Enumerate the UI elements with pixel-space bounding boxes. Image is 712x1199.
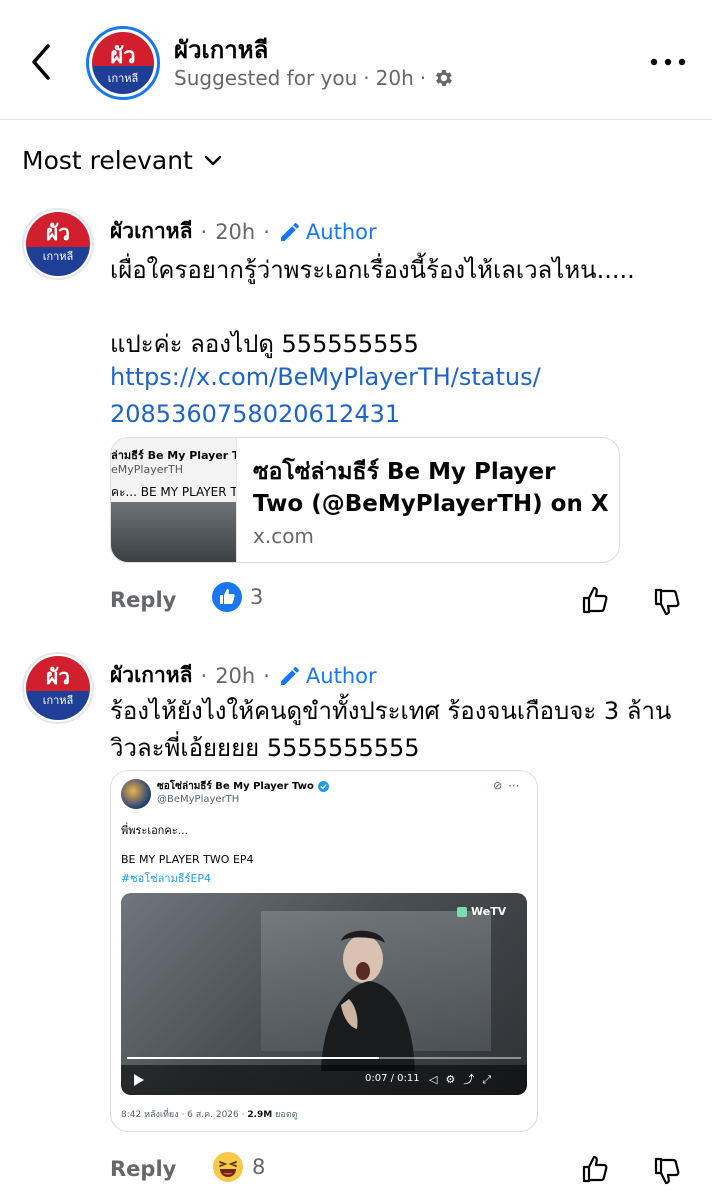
comment-time[interactable]: 20h xyxy=(215,220,255,244)
reaction-summary[interactable]: 8 xyxy=(212,1151,265,1183)
tweet-author-name: ซอโซ่ล่ามธีร์ Be My Player Two xyxy=(157,781,314,792)
page-title[interactable]: ผัวเกาหลี xyxy=(174,30,268,69)
sort-label: Most relevant xyxy=(22,146,193,175)
video-control-icons: ◁⚙⤴⤢ xyxy=(429,1073,500,1086)
video-person-silhouette xyxy=(321,930,415,1071)
tweet-text-line2: BE MY PLAYER TWO EP4 xyxy=(121,853,254,866)
reaction-summary[interactable]: 3 xyxy=(212,582,263,612)
thumbs-up-icon[interactable] xyxy=(580,584,612,616)
commenter-name[interactable]: ผัวเกาหลี xyxy=(110,659,193,692)
pencil-icon xyxy=(280,666,299,685)
like-reaction-icon xyxy=(212,582,242,612)
tweet-header-icons: ⊘⋯ xyxy=(493,779,526,792)
post-subtitle: Suggested for you · 20h · xyxy=(174,66,454,90)
pencil-icon xyxy=(280,222,299,241)
tweet-hashtag: #ซอโซ่ล่ามธีร์EP4 xyxy=(121,872,212,885)
haha-reaction-icon xyxy=(213,1152,243,1182)
commenter-logo: ผัว เกาหลี xyxy=(26,212,90,276)
verified-badge-icon xyxy=(317,781,329,792)
separator-dot: · xyxy=(263,663,270,688)
tweet-avatar xyxy=(121,779,151,809)
video-progress-fill xyxy=(127,1057,380,1059)
chevron-down-icon xyxy=(204,155,222,165)
comment-actions: Reply 3 xyxy=(0,582,712,622)
embedded-post-image[interactable]: ซอโซ่ล่ามธีร์ Be My Player Two @BeMyPlay… xyxy=(110,770,538,1132)
tweet-author: ซอโซ่ล่ามธีร์ Be My Player Two xyxy=(157,779,329,794)
logo-text-top: ผัว xyxy=(45,665,71,689)
thumb-handle: eMyPlayerTH xyxy=(111,463,183,476)
comment-text: เผื่อใครอยากรู้ว่าพระเอกเรื่องนี้ร้องไห้… xyxy=(110,256,635,358)
comment-text: ร้องไห้ยังไงให้คนดูขำทั้งประเทศ ร้องจนเก… xyxy=(110,697,672,762)
tweet-date: 8:42 หลังเที่ยง · 6 ส.ค. 2026 · xyxy=(121,1110,245,1120)
back-arrow-icon[interactable] xyxy=(26,40,56,84)
author-label: Author xyxy=(305,663,377,688)
commenter-avatar[interactable]: ผัว เกาหลี xyxy=(22,208,94,280)
thumbs-up-icon[interactable] xyxy=(580,1153,612,1185)
link-preview-card[interactable]: ล่ามธีร์ Be My Player Two eMyPlayerTH คะ… xyxy=(110,437,620,563)
sort-dropdown[interactable]: Most relevant xyxy=(22,146,223,175)
suggested-label: Suggested for you xyxy=(174,66,358,90)
tweet-views: 2.9M xyxy=(247,1110,273,1120)
tweet-handle: @BeMyPlayerTH xyxy=(157,794,240,805)
separator-dot: · xyxy=(263,219,270,244)
post-time: 20h xyxy=(375,66,414,90)
video-brand-label: WeTV xyxy=(471,905,507,918)
separator-dot: · xyxy=(200,219,208,244)
comment-actions: Reply 8 xyxy=(0,1151,712,1191)
post-header: ผัว เกาหลี ผัวเกาหลี Suggested for you ·… xyxy=(0,0,712,120)
page-avatar[interactable]: ผัว เกาหลี xyxy=(86,26,160,100)
commenter-name[interactable]: ผัวเกาหลี xyxy=(110,215,193,248)
tweet-video: WeTV 0:07 / 0:11 ◁⚙⤴⤢ xyxy=(121,893,527,1095)
author-label: Author xyxy=(305,219,377,244)
tweet-footer: 8:42 หลังเที่ยง · 6 ส.ค. 2026 · 2.9M ยอด… xyxy=(121,1107,298,1121)
reaction-count: 3 xyxy=(250,585,264,609)
comment-meta: ผัวเกาหลี · 20h · Author xyxy=(110,659,377,692)
commenter-logo: ผัว เกาหลี xyxy=(26,656,90,720)
logo-text-bottom: เกาหลี xyxy=(42,694,74,707)
commenter-avatar[interactable]: ผัว เกาหลี xyxy=(22,652,94,724)
comment-link[interactable]: https://x.com/BeMyPlayerTH/status/ xyxy=(110,359,690,396)
video-progress-bar xyxy=(127,1057,521,1059)
thumb-name: ล่ามธีร์ Be My Player Two xyxy=(111,449,236,462)
gear-icon[interactable] xyxy=(432,67,454,89)
video-watermark: WeTV xyxy=(457,905,506,918)
thumb-video-frame xyxy=(111,502,236,562)
logo-text-bottom: เกาหลี xyxy=(42,250,74,263)
logo-text-top: ผัว xyxy=(45,221,71,245)
logo-text-bottom: เกาหลี xyxy=(107,72,139,85)
video-controls: 0:07 / 0:11 ◁⚙⤴⤢ xyxy=(121,1065,527,1095)
link-preview-title: ซอโซ่ล่ามธีร์ Be My Player Two (@BeMyPla… xyxy=(253,459,609,517)
thumb-text: คะ... BE MY PLAYER TW xyxy=(111,485,237,499)
reply-button[interactable]: Reply xyxy=(110,1157,176,1181)
author-badge: Author xyxy=(278,664,377,688)
separator-dot: · xyxy=(200,663,208,688)
link-preview-thumbnail: ล่ามธีร์ Be My Player Two eMyPlayerTH คะ… xyxy=(111,438,237,562)
tweet-text-line1: พี่พระเอกคะ... xyxy=(121,824,189,837)
play-icon xyxy=(134,1074,144,1086)
page-logo: ผัว เกาหลี xyxy=(92,32,154,94)
tweet-views-label: ยอดดู xyxy=(275,1110,298,1120)
reply-button[interactable]: Reply xyxy=(110,588,176,612)
logo-text-top: ผัว xyxy=(110,44,136,69)
video-time: 0:07 / 0:11 xyxy=(365,1073,420,1084)
separator-dot: · xyxy=(419,66,427,90)
author-badge: Author xyxy=(278,220,377,244)
comment-link-cont[interactable]: 2085360758020612431 xyxy=(110,396,690,433)
more-options-icon[interactable] xyxy=(648,52,688,72)
comment-time[interactable]: 20h xyxy=(215,664,255,688)
reaction-count: 8 xyxy=(252,1155,266,1179)
thumbs-down-icon[interactable] xyxy=(652,586,684,618)
comment-meta: ผัวเกาหลี · 20h · Author xyxy=(110,215,377,248)
thumbs-down-icon[interactable] xyxy=(652,1155,684,1187)
separator-dot: · xyxy=(363,66,370,90)
link-preview-domain: x.com xyxy=(253,524,314,548)
